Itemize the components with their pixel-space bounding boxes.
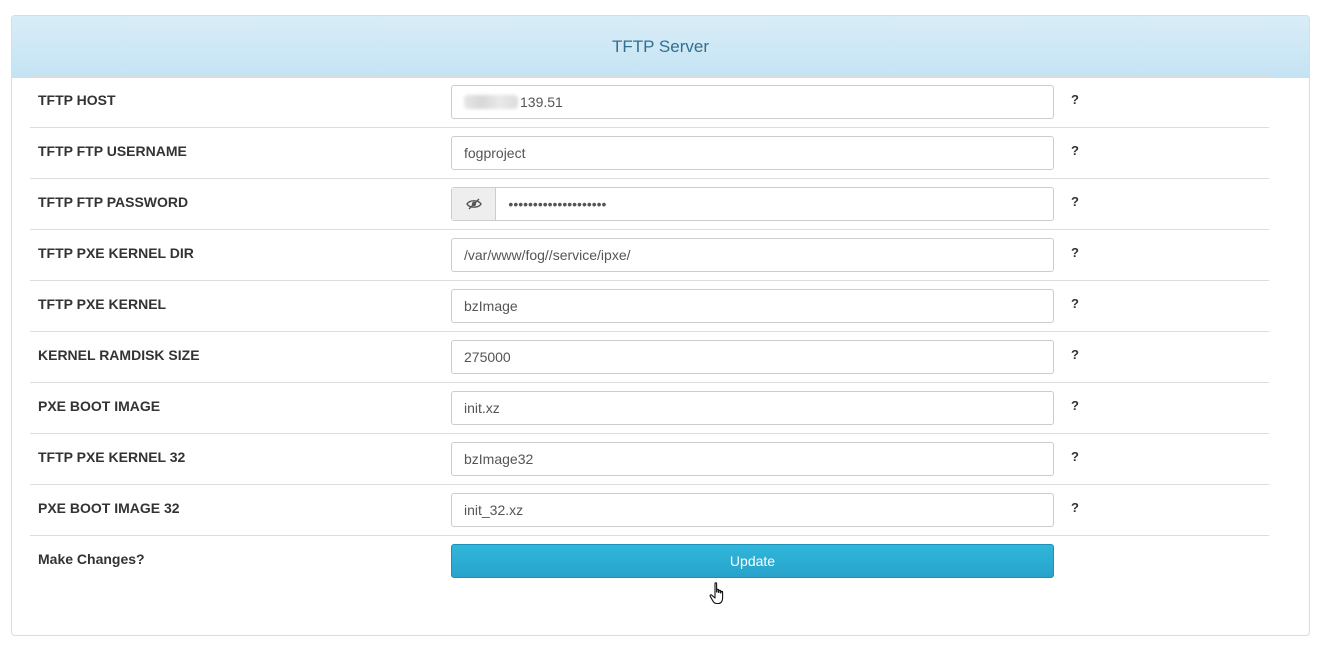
pxe-boot-image-field [451, 391, 1054, 425]
kernel-ramdisk-size-help-icon[interactable]: ? [1071, 347, 1079, 362]
tftp-host-input[interactable]: 139.51 [451, 85, 1054, 119]
pxe-boot-image-32-label: PXE BOOT IMAGE 32 [38, 500, 180, 516]
make-changes-label: Make Changes? [38, 551, 145, 567]
row-tftp-ftp-password: TFTP FTP PASSWORD ? [30, 178, 1269, 229]
tftp-pxe-kernel-help-icon[interactable]: ? [1071, 296, 1079, 311]
row-make-changes: Make Changes? Update [30, 535, 1269, 586]
kernel-ramdisk-size-input[interactable] [452, 341, 1053, 373]
tftp-pxe-kernel-dir-label: TFTP PXE KERNEL DIR [38, 245, 194, 261]
panel-title: TFTP Server [612, 36, 709, 56]
tftp-pxe-kernel-field [451, 289, 1054, 323]
tftp-ftp-password-help-icon[interactable]: ? [1071, 194, 1079, 209]
pxe-boot-image-32-help-icon[interactable]: ? [1071, 500, 1079, 515]
settings-table: TFTP HOST 139.51 ? TFTP FTP USERNAME ? T… [30, 76, 1269, 586]
pxe-boot-image-help-icon[interactable]: ? [1071, 398, 1079, 413]
kernel-ramdisk-size-label: KERNEL RAMDISK SIZE [38, 347, 200, 363]
tftp-ftp-username-input[interactable] [452, 137, 1053, 169]
panel-heading: TFTP Server [12, 16, 1309, 78]
tftp-pxe-kernel-dir-help-icon[interactable]: ? [1071, 245, 1079, 260]
pxe-boot-image-32-field [451, 493, 1054, 527]
tftp-pxe-kernel-32-help-icon[interactable]: ? [1071, 449, 1079, 464]
tftp-ftp-username-field [451, 136, 1054, 170]
tftp-ftp-username-help-icon[interactable]: ? [1071, 143, 1079, 158]
row-kernel-ramdisk-size: KERNEL RAMDISK SIZE ? [30, 331, 1269, 382]
tftp-pxe-kernel-label: TFTP PXE KERNEL [38, 296, 167, 312]
eye-slash-icon [465, 198, 482, 210]
tftp-host-help-icon[interactable]: ? [1071, 92, 1079, 107]
row-pxe-boot-image: PXE BOOT IMAGE ? [30, 382, 1269, 433]
tftp-ftp-username-label: TFTP FTP USERNAME [38, 143, 187, 159]
row-tftp-pxe-kernel-32: TFTP PXE KERNEL 32 ? [30, 433, 1269, 484]
tftp-pxe-kernel-32-label: TFTP PXE KERNEL 32 [38, 449, 186, 465]
password-toggle-button[interactable] [452, 188, 497, 220]
row-tftp-ftp-username: TFTP FTP USERNAME ? [30, 127, 1269, 178]
tftp-host-label: TFTP HOST [38, 92, 116, 108]
tftp-pxe-kernel-dir-field [451, 238, 1054, 272]
kernel-ramdisk-size-field [451, 340, 1054, 374]
pxe-boot-image-input[interactable] [452, 392, 1053, 424]
tftp-ftp-password-label: TFTP FTP PASSWORD [38, 194, 189, 210]
row-pxe-boot-image-32: PXE BOOT IMAGE 32 ? [30, 484, 1269, 535]
pxe-boot-image-32-input[interactable] [452, 494, 1053, 526]
tftp-pxe-kernel-input[interactable] [452, 290, 1053, 322]
row-tftp-pxe-kernel-dir: TFTP PXE KERNEL DIR ? [30, 229, 1269, 280]
row-tftp-host: TFTP HOST 139.51 ? [30, 76, 1269, 127]
redacted-ip-prefix [464, 95, 518, 109]
tftp-pxe-kernel-dir-input[interactable] [452, 239, 1053, 271]
tftp-ftp-password-field [451, 187, 1054, 221]
tftp-pxe-kernel-32-field [451, 442, 1054, 476]
pxe-boot-image-label: PXE BOOT IMAGE [38, 398, 161, 414]
update-button[interactable]: Update [451, 544, 1054, 578]
tftp-pxe-kernel-32-input[interactable] [452, 443, 1053, 475]
tftp-host-value: 139.51 [520, 94, 563, 110]
row-tftp-pxe-kernel: TFTP PXE KERNEL ? [30, 280, 1269, 331]
tftp-ftp-password-input[interactable] [496, 188, 1053, 220]
